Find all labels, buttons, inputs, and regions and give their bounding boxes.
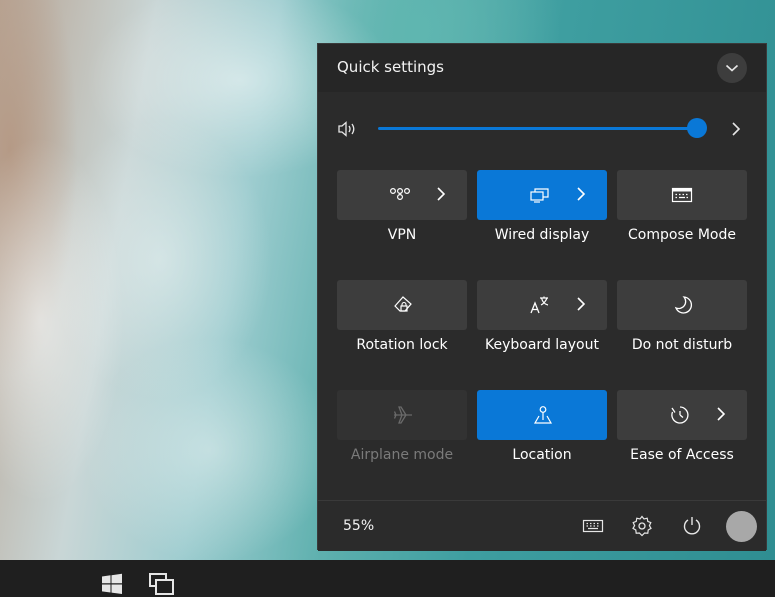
volume-row	[318, 114, 766, 144]
chevron-right-icon[interactable]	[575, 185, 587, 203]
location-label: Location	[512, 447, 572, 463]
speaker-icon[interactable]	[337, 120, 359, 138]
do-not-disturb-tile[interactable]	[617, 280, 747, 330]
location-tile[interactable]	[477, 390, 607, 440]
chevron-right-icon[interactable]	[715, 405, 727, 423]
compose-mode-tile[interactable]	[617, 170, 747, 220]
chevron-right-icon[interactable]	[435, 185, 447, 203]
collapse-button[interactable]	[717, 53, 747, 83]
keyboard-layout-icon	[530, 296, 549, 314]
panel-title: Quick settings	[337, 58, 444, 76]
user-avatar[interactable]	[726, 511, 757, 542]
location-icon	[533, 406, 553, 424]
do-not-disturb-label: Do not disturb	[631, 337, 733, 353]
airplane-mode-label: Airplane mode	[350, 447, 454, 463]
volume-slider-track[interactable]	[378, 127, 700, 130]
quick-settings-panel: Quick settings VPN Wired display Compose…	[317, 43, 767, 551]
accessibility-icon	[671, 406, 689, 424]
rotation-lock-tile[interactable]	[337, 280, 467, 330]
vpn-label: VPN	[387, 227, 417, 243]
taskbar	[0, 560, 775, 597]
keyboard-layout-tile[interactable]	[477, 280, 607, 330]
airplane-mode-tile[interactable]	[337, 390, 467, 440]
chevron-down-icon	[725, 64, 739, 72]
volume-slider-thumb[interactable]	[687, 118, 707, 138]
quick-settings-footer: 55%	[318, 500, 766, 551]
windows-start-icon[interactable]	[100, 572, 124, 597]
keyboard-icon[interactable]	[582, 515, 604, 537]
vpn-tile[interactable]	[337, 170, 467, 220]
ease-of-access-label: Ease of Access	[630, 447, 734, 463]
moon-icon	[674, 296, 693, 314]
display-icon	[530, 188, 549, 203]
vpn-icon	[389, 187, 411, 201]
airplane-icon	[393, 406, 412, 424]
rotation-lock-label: Rotation lock	[356, 337, 448, 353]
keyboard-icon	[671, 187, 693, 203]
power-icon[interactable]	[681, 515, 703, 537]
wired-display-tile[interactable]	[477, 170, 607, 220]
ease-of-access-tile[interactable]	[617, 390, 747, 440]
chevron-right-icon[interactable]	[575, 295, 587, 313]
quick-settings-header: Quick settings	[318, 44, 766, 92]
battery-percentage[interactable]: 55%	[343, 518, 374, 534]
keyboard-layout-label: Keyboard layout	[485, 337, 599, 353]
wired-display-label: Wired display	[494, 227, 590, 243]
rotation-lock-icon	[394, 296, 412, 312]
compose-mode-label: Compose Mode	[628, 227, 736, 243]
task-view-icon[interactable]	[149, 572, 175, 597]
gear-icon[interactable]	[631, 515, 653, 537]
chevron-right-icon[interactable]	[730, 120, 742, 138]
